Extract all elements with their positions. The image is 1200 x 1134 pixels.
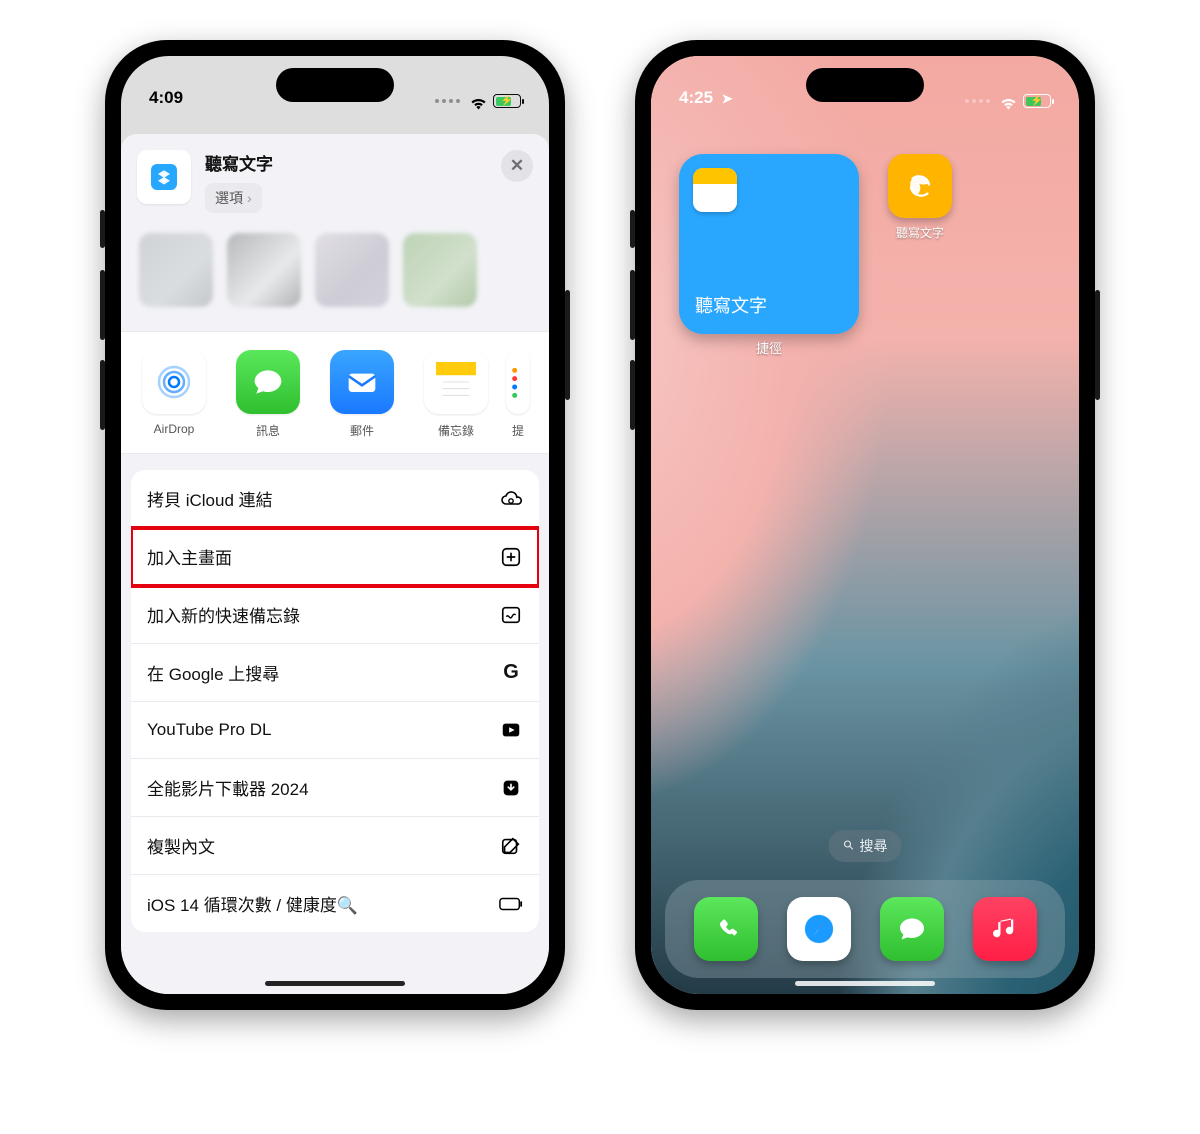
action-label: iOS 14 循環次數 / 健康度🔍	[147, 891, 358, 916]
action-label: 在 Google 上搜尋	[147, 660, 279, 685]
action-add-to-home[interactable]: 加入主畫面	[131, 528, 539, 586]
share-app-label: 提	[503, 422, 533, 439]
action-ios14-battery[interactable]: iOS 14 循環次數 / 健康度🔍	[131, 875, 539, 932]
search-label: 搜尋	[860, 836, 888, 856]
messages-icon	[236, 350, 300, 414]
home-app-shortcut[interactable]: 聽寫文字	[879, 154, 961, 241]
dynamic-island	[806, 68, 924, 102]
notes-mini-icon	[693, 168, 737, 212]
options-button[interactable]: 選項 ›	[205, 183, 262, 213]
compose-icon	[499, 834, 523, 858]
download-icon	[499, 776, 523, 800]
home-indicator[interactable]	[265, 981, 405, 986]
chevron-right-icon: ›	[247, 190, 252, 206]
share-app-messages[interactable]: 訊息	[221, 350, 315, 439]
shortcuts-widget[interactable]: 聽寫文字	[679, 154, 859, 334]
google-icon: G	[499, 661, 523, 685]
widget-title: 聽寫文字	[695, 292, 767, 318]
action-label: 拷貝 iCloud 連結	[147, 486, 273, 511]
action-label: YouTube Pro DL	[147, 720, 271, 740]
dynamic-island	[276, 68, 394, 102]
suggested-contact[interactable]	[139, 233, 213, 307]
share-sheet: 聽寫文字 選項 › ✕	[121, 134, 549, 994]
play-square-icon	[499, 718, 523, 742]
wifi-icon	[1000, 95, 1017, 108]
status-time: 4:25	[679, 88, 713, 107]
share-app-more[interactable]: 提	[503, 350, 533, 439]
phone-mock-right: 4:25 ➤ ⚡ 聽寫文字 捷徑	[635, 40, 1095, 1010]
share-sheet-header: 聽寫文字 選項 › ✕	[121, 134, 549, 223]
dock-app-messages[interactable]	[880, 897, 944, 961]
action-copy-content[interactable]: 複製內文	[131, 817, 539, 875]
dock-app-phone[interactable]	[694, 897, 758, 961]
dock	[665, 880, 1065, 978]
notes-icon	[424, 350, 488, 414]
share-app-notes[interactable]: 備忘錄	[409, 350, 503, 439]
shortcut-home-icon	[888, 154, 952, 218]
cellular-dots-icon	[965, 99, 990, 103]
home-app-label: 聽寫文字	[879, 224, 961, 241]
battery-icon: ⚡	[1023, 94, 1051, 108]
close-icon: ✕	[510, 156, 524, 176]
suggested-contact[interactable]	[315, 233, 389, 307]
share-app-label: 備忘錄	[409, 422, 503, 439]
suggested-contact[interactable]	[403, 233, 477, 307]
options-label: 選項	[215, 188, 243, 208]
share-apps-row: AirDrop 訊息 郵件	[121, 331, 549, 454]
cloud-link-icon	[499, 487, 523, 511]
action-label: 複製內文	[147, 833, 215, 858]
share-sheet-title: 聽寫文字	[205, 150, 533, 175]
action-add-quick-note[interactable]: 加入新的快速備忘錄	[131, 586, 539, 644]
cellular-dots-icon	[435, 99, 460, 103]
mail-icon	[330, 350, 394, 414]
phone-mock-left: 4:09 ⚡ 聽寫文字	[105, 40, 565, 1010]
share-app-mail[interactable]: 郵件	[315, 350, 409, 439]
quick-note-icon	[499, 603, 523, 627]
actions-list: 拷貝 iCloud 連結 加入主畫面 加入新的快速備忘錄	[131, 470, 539, 932]
dock-app-music[interactable]	[973, 897, 1037, 961]
suggested-contact[interactable]	[227, 233, 301, 307]
action-copy-icloud-link[interactable]: 拷貝 iCloud 連結	[131, 470, 539, 528]
action-label: 加入主畫面	[147, 544, 232, 569]
home-indicator[interactable]	[795, 981, 935, 986]
share-app-label: 郵件	[315, 422, 409, 439]
battery-icon: ⚡	[493, 94, 521, 108]
search-icon	[843, 838, 855, 854]
status-time: 4:09	[149, 88, 183, 108]
plus-square-icon	[499, 545, 523, 569]
airdrop-icon	[142, 350, 206, 414]
dock-app-safari[interactable]	[787, 897, 851, 961]
action-label: 加入新的快速備忘錄	[147, 602, 300, 627]
shortcut-app-icon	[137, 150, 191, 204]
action-youtube-pro-dl[interactable]: YouTube Pro DL	[131, 702, 539, 759]
action-label: 全能影片下載器 2024	[147, 775, 309, 800]
action-search-google[interactable]: 在 Google 上搜尋 G	[131, 644, 539, 702]
wifi-icon	[470, 95, 487, 108]
close-button[interactable]: ✕	[501, 150, 533, 182]
widget-caption: 捷徑	[679, 338, 859, 357]
share-app-airdrop[interactable]: AirDrop	[127, 350, 221, 439]
share-app-label: AirDrop	[127, 422, 221, 436]
reminders-icon	[506, 350, 530, 414]
share-app-label: 訊息	[221, 422, 315, 439]
action-downloader-2024[interactable]: 全能影片下載器 2024	[131, 759, 539, 817]
spotlight-search[interactable]: 搜尋	[829, 830, 902, 862]
location-icon: ➤	[722, 91, 733, 106]
battery-hollow-icon	[499, 892, 523, 916]
suggested-contacts-row	[121, 223, 549, 331]
